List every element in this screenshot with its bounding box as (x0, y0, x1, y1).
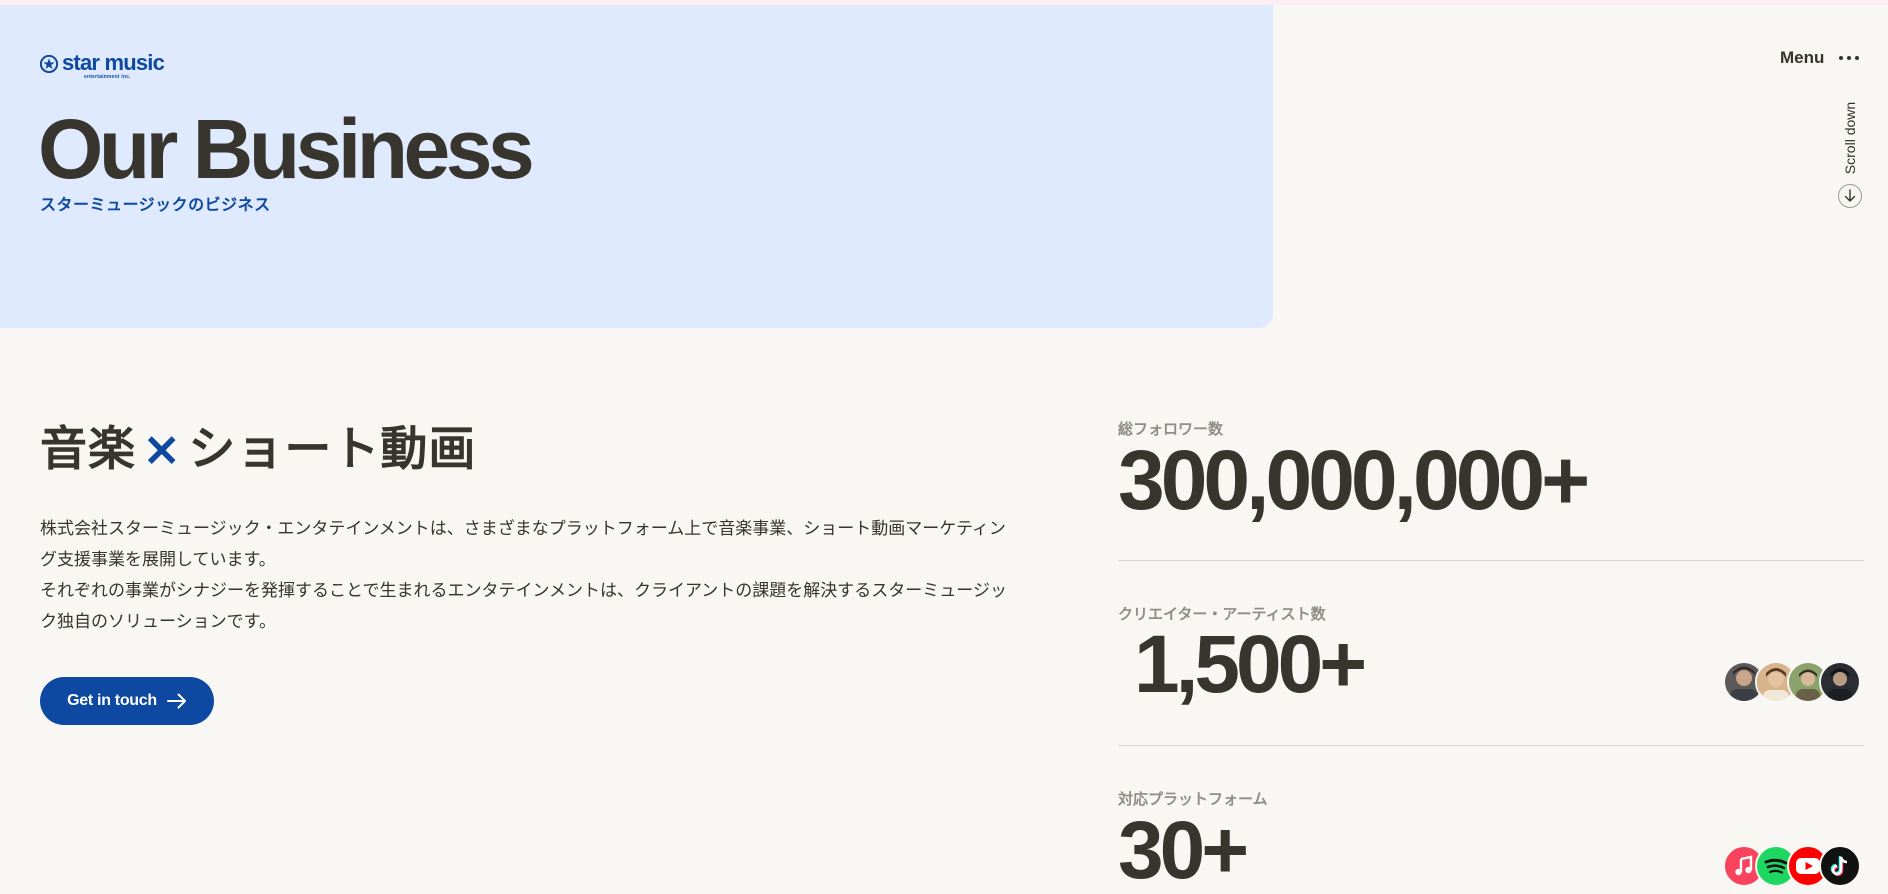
business-description: 株式会社スターミュージック・エンタテインメントは、さまざまなプラットフォーム上で… (40, 514, 1020, 638)
scroll-down-label[interactable]: Scroll down (1840, 98, 1860, 178)
stat-value-platforms: 30+ (1118, 805, 1249, 894)
get-in-touch-label: Get in touch (67, 692, 157, 709)
page-subtitle: スターミュージックのビジネス (40, 195, 271, 214)
arrow-right-icon (166, 693, 186, 709)
stat-value-followers: 300,000,000+ (1118, 433, 1590, 527)
scroll-down-text: Scroll down (1842, 101, 1858, 175)
stat-value-creators: 1,500+ (1134, 619, 1367, 710)
arrow-down-icon (1844, 189, 1856, 202)
section-heading: 音楽 × ショート動画 (40, 410, 476, 479)
description-paragraph-1: 株式会社スターミュージック・エンタテインメントは、さまざまなプラットフォーム上で… (40, 519, 1006, 570)
menu-label: Menu (1780, 48, 1825, 67)
tiktok-icon (1819, 845, 1861, 887)
star-logo-icon (40, 55, 58, 73)
menu-button[interactable]: Menu (1780, 48, 1860, 68)
logo-text: star music (62, 50, 165, 75)
platform-icons (1723, 845, 1861, 887)
heading-times-sign: × (142, 422, 183, 477)
page-title: Our Business (38, 102, 535, 196)
scroll-down-button[interactable] (1838, 184, 1862, 208)
avatar (1819, 661, 1861, 703)
logo[interactable]: star music entertainment inc. (40, 50, 165, 80)
stats-divider (1118, 745, 1864, 746)
creator-avatars (1723, 661, 1861, 703)
logo-subtext: entertainment inc. (84, 74, 131, 80)
get-in-touch-button[interactable]: Get in touch (40, 677, 214, 725)
heading-music: 音楽 (40, 422, 136, 477)
more-dots-icon (1839, 56, 1860, 60)
stats-divider (1118, 560, 1864, 561)
heading-short-video: ショート動画 (188, 422, 477, 477)
description-paragraph-2: それぞれの事業がシナジーを発揮することで生まれるエンタテインメントは、クライアン… (40, 581, 1007, 632)
hero-panel: star music entertainment inc. Our Busine… (0, 5, 1273, 328)
